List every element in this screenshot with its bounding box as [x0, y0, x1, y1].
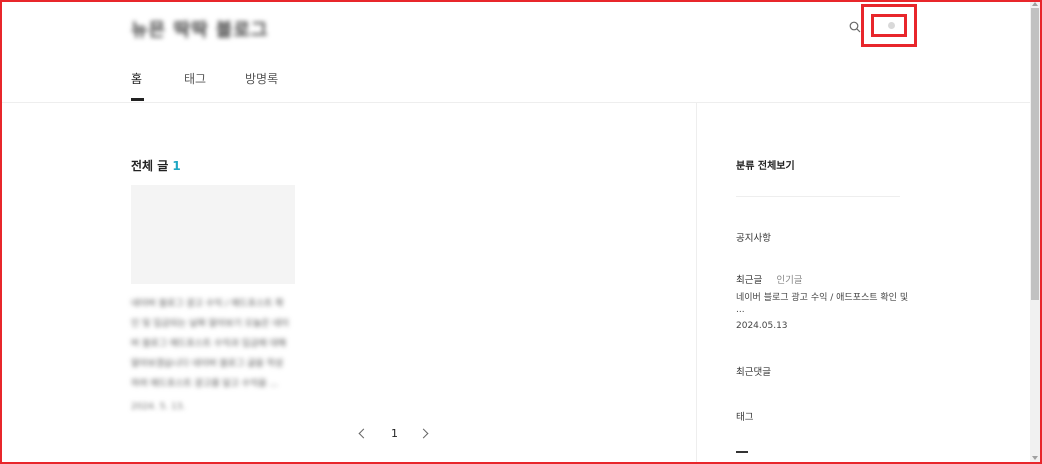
profile-icon: [888, 22, 895, 29]
sidebar-recent-post-date: 2024.05.13: [736, 321, 788, 331]
section-title-label: 전체 글: [131, 159, 169, 173]
post-excerpt[interactable]: 네이버 블로그 광고 수익 / 애드포스트 확인 및 입금되는 날짜 알아보기 …: [131, 294, 291, 394]
scrollbar-thumb[interactable]: [1031, 8, 1039, 300]
chevron-left-icon[interactable]: [358, 428, 369, 439]
sidebar-divider-line: [736, 196, 900, 197]
sidebar-dash: [736, 451, 748, 453]
nav-tags[interactable]: 태그: [184, 70, 206, 87]
sidebar-category-all[interactable]: 분류 전체보기: [736, 157, 795, 172]
nav-home[interactable]: 홈: [131, 70, 142, 87]
recent-post-title-line1: 네이버 블로그 광고 수익 / 애드포스트 확인 및: [736, 293, 909, 303]
post-count: 1: [172, 159, 181, 173]
scroll-up-icon[interactable]: [1032, 2, 1038, 6]
scroll-down-icon[interactable]: [1032, 456, 1038, 460]
post-card[interactable]: 네이버 블로그 광고 수익 / 애드포스트 확인 및 입금되는 날짜 알아보기 …: [131, 185, 295, 412]
sidebar-post-tabs: 최근글 인기글: [736, 268, 803, 287]
tab-recent-posts[interactable]: 최근글: [736, 275, 762, 286]
post-date: 2024. 5. 13.: [131, 402, 186, 412]
page-number-current[interactable]: 1: [391, 427, 398, 440]
sidebar-tags: 태그: [736, 412, 754, 423]
nav-guestbook[interactable]: 방명록: [245, 70, 278, 87]
profile-button[interactable]: [871, 14, 907, 37]
recent-post-title-line2: ...: [736, 305, 745, 315]
tab-popular-posts[interactable]: 인기글: [776, 275, 802, 286]
blog-title[interactable]: 뉴믄 딱딱 블로그: [131, 16, 268, 42]
nav-active-indicator: [131, 98, 144, 101]
sidebar-notice[interactable]: 공지사항: [736, 230, 771, 244]
sidebar-divider: [696, 103, 697, 464]
section-title: 전체 글1: [131, 157, 181, 174]
scrollbar[interactable]: [1030, 2, 1040, 462]
sidebar-recent-comments: 최근댓글: [736, 367, 771, 378]
post-thumbnail[interactable]: [131, 185, 295, 284]
search-icon[interactable]: [849, 21, 861, 33]
highlighted-region-outer: [861, 4, 917, 47]
sidebar-recent-post-title[interactable]: 네이버 블로그 광고 수익 / 애드포스트 확인 및 ...: [736, 292, 908, 316]
chevron-right-icon[interactable]: [418, 428, 429, 439]
header-divider: [0, 102, 1030, 103]
